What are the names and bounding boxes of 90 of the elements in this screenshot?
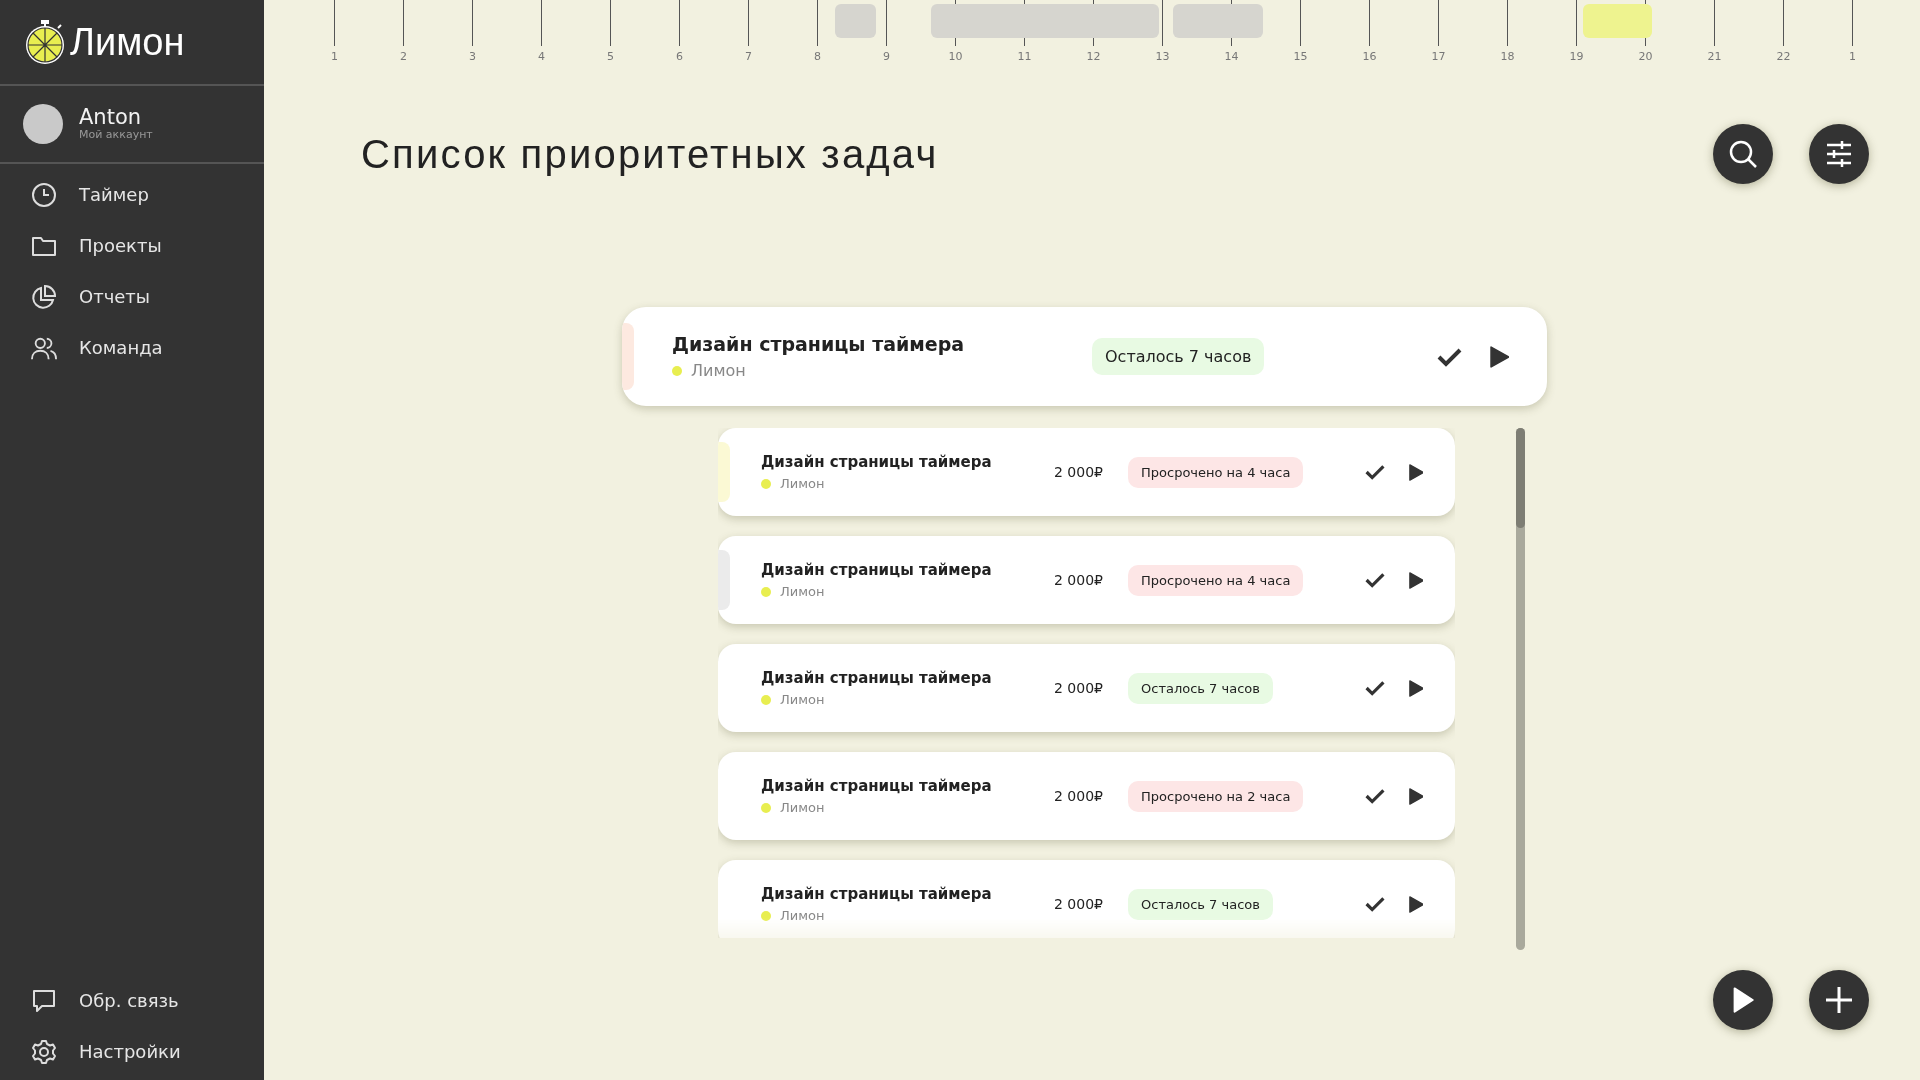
play-icon [1408,463,1423,481]
task-price: 2 000₽ [1053,896,1103,912]
task-price: 2 000₽ [1053,464,1103,480]
hour-label: 9 [883,50,890,63]
task-title: Дизайн страницы таймера [761,885,993,903]
hour-label: 13 [1155,50,1170,63]
task-price: 2 000₽ [1053,572,1103,588]
check-icon [1364,896,1385,912]
hour-label: 8 [814,50,821,63]
settings-icon [31,1038,57,1065]
nav-item[interactable]: Настройки [0,1026,264,1077]
play-icon [1732,987,1754,1013]
task-title: Дизайн страницы таймера [761,777,993,795]
task-title: Дизайн страницы таймера [761,669,993,687]
project-name: Лимон [780,476,825,491]
clock-icon [31,181,57,208]
hour-label: 21 [1707,50,1722,63]
hour-label: 19 [1569,50,1584,63]
hour-label: 14 [1224,50,1239,63]
play-icon [1408,679,1423,697]
play-icon [1490,345,1509,368]
hour-label: 15 [1293,50,1308,63]
page-title: Список приоритетных задач [361,131,940,177]
task-card[interactable]: Дизайн страницы таймера Лимон 2 000₽ Просрочено на 2 часа [718,752,1455,840]
task-title: Дизайн страницы таймера [672,333,966,355]
check-icon [1364,788,1385,804]
hour-label: 18 [1500,50,1515,63]
check-icon [1364,680,1385,696]
project-name: Лимон [780,584,825,599]
check-icon [1364,464,1385,480]
task-title: Дизайн страницы таймера [761,453,993,471]
task-price: 2 000₽ [1053,788,1103,804]
app-logo-text: Лимон [70,20,185,64]
task-title: Дизайн страницы таймера [761,561,993,579]
nav-item[interactable]: Обр. связь [0,975,264,1026]
project-name: Лимон [780,800,825,815]
filter-button[interactable] [1809,124,1869,184]
hour-label: 7 [745,50,752,63]
hour-label: 5 [607,50,614,63]
avatar[interactable] [23,104,63,144]
hour-label: 22 [1776,50,1791,63]
nav-item[interactable]: Проекты [0,220,264,271]
play-icon [1408,895,1423,913]
hour-label: 17 [1431,50,1446,63]
account-label[interactable]: Мой аккаунт [79,128,153,141]
nav-item[interactable]: Таймер [0,169,264,220]
task-card[interactable]: Дизайн страницы таймера Лимон 2 000₽ Просрочено на 4 часа [718,536,1455,624]
folder-icon [31,234,57,257]
project-name: Лимон [780,908,825,923]
task-card[interactable]: Дизайн страницы таймера Лимон 2 000₽ Просрочено на 4 часа [718,428,1455,516]
play-button[interactable] [1713,970,1773,1030]
status-tag: Просрочено на 4 часа [1128,564,1304,596]
status-tag: Осталось 7 часов [1128,672,1273,704]
user-name: Anton [79,107,143,128]
hour-label: 1 [331,50,338,63]
nav-item[interactable]: Команда [0,322,264,373]
hour-label: 2 [400,50,407,63]
play-icon [1408,571,1423,589]
status-tag: Просрочено на 2 часа [1128,780,1304,812]
sliders-icon [1826,140,1852,168]
search-icon [1728,139,1758,169]
hour-label: 16 [1362,50,1377,63]
search-button[interactable] [1713,124,1773,184]
hour-label: 10 [948,50,963,63]
check-icon [1437,346,1463,367]
hour-label: 12 [1086,50,1101,63]
pie-chart-icon [31,283,57,310]
task-card[interactable]: Дизайн страницы таймера Лимон 2 000₽ Осталось 7 часов [718,860,1455,938]
project-name: Лимон [691,361,746,380]
lemon-stopwatch-icon [24,19,66,65]
hour-label: 6 [676,50,683,63]
hour-label: 11 [1017,50,1032,63]
hour-label: 4 [538,50,545,63]
scrollbar[interactable] [1516,428,1525,950]
task-card[interactable]: Дизайн страницы таймера Лимон Осталось 7 часов [622,307,1547,406]
project-name: Лимон [780,692,825,707]
chat-icon [31,987,57,1014]
add-button[interactable] [1809,970,1869,1030]
play-icon [1408,787,1423,805]
task-price: 2 000₽ [1053,680,1103,696]
nav-item[interactable]: Отчеты [0,271,264,322]
plus-icon [1825,986,1853,1014]
hour-label: 20 [1638,50,1653,63]
status-tag: Осталось 7 часов [1092,338,1265,375]
status-tag: Просрочено на 4 часа [1128,456,1304,488]
check-icon [1364,572,1385,588]
status-tag: Осталось 7 часов [1128,888,1273,920]
hour-label: 1 [1849,50,1856,63]
hour-label: 3 [469,50,476,63]
task-card[interactable]: Дизайн страницы таймера Лимон 2 000₽ Осталось 7 часов [718,644,1455,732]
